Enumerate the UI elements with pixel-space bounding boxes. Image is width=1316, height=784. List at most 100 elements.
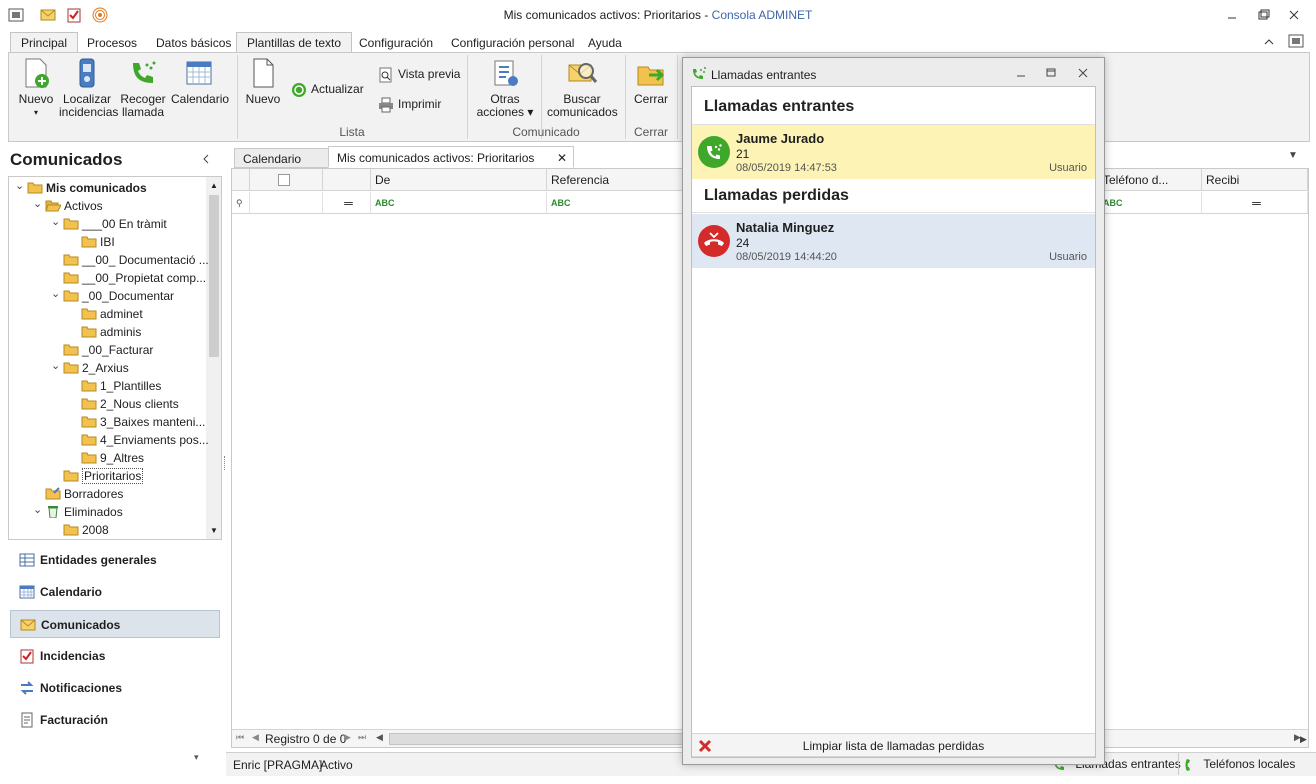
tree-item[interactable]: _00_Documentar: [63, 287, 174, 305]
tree-expand-icon[interactable]: ⌄: [51, 217, 60, 228]
tab-ayuda[interactable]: Ayuda: [577, 32, 633, 53]
tab-plantillas[interactable]: Plantillas de texto: [236, 32, 353, 53]
close-icon[interactable]: [1284, 6, 1304, 24]
tab-principal[interactable]: Principal: [10, 32, 79, 53]
column-recibi[interactable]: Recibi: [1202, 169, 1308, 191]
cerrar-button[interactable]: Cerrar: [631, 57, 671, 106]
tree-expand-icon[interactable]: ⌄: [33, 199, 42, 210]
nav-button[interactable]: Incidencias: [10, 642, 220, 670]
filter-telefono[interactable]: ABC: [1098, 192, 1202, 214]
grid-priority-header[interactable]: [323, 169, 371, 191]
tree-item[interactable]: adminis: [81, 323, 141, 341]
tree-item[interactable]: __00_ Documentació ...: [63, 251, 209, 269]
filter-referencia[interactable]: ABC: [547, 192, 683, 214]
minimize-icon[interactable]: [1222, 6, 1242, 24]
popup-minimize-icon[interactable]: [1013, 66, 1029, 80]
tree-item-label: _00_Documentar: [82, 289, 175, 303]
tree-expand-icon[interactable]: ⌄: [51, 361, 60, 372]
tab-close-icon[interactable]: ✕: [557, 147, 567, 169]
nuevo-plantilla-button[interactable]: Nuevo: [245, 57, 281, 106]
popup-content: Llamadas entrantes Jaume Jurado 21 08/05…: [691, 86, 1096, 758]
collapse-ribbon-icon[interactable]: [1262, 35, 1276, 49]
phone-icon: [133, 61, 156, 83]
tree-item-label: 3_Baixes manteni...: [100, 415, 206, 429]
tree-item[interactable]: 2_Arxius: [63, 359, 129, 377]
tree-item[interactable]: __00_Propietat comp...: [63, 269, 206, 287]
filter-select[interactable]: [250, 192, 323, 214]
tab-calendario[interactable]: Calendario: [234, 148, 329, 168]
tree-item-label: __00_ Documentació ...: [82, 253, 209, 267]
filter-de[interactable]: ABC: [371, 192, 547, 214]
actualizar-button[interactable]: Actualizar: [291, 79, 364, 99]
restore-icon[interactable]: [1253, 6, 1273, 24]
hscroll-left-icon[interactable]: ◀: [376, 732, 383, 743]
tree-item[interactable]: Eliminados: [45, 503, 123, 521]
buscar-comunicados-button[interactable]: Buscar comunicados: [547, 57, 618, 119]
nav-button[interactable]: Entidades generales: [10, 546, 220, 574]
tab-configuracion[interactable]: Configuración: [348, 32, 444, 53]
otras-acciones-button[interactable]: Otras acciones ▾: [473, 57, 537, 119]
tree-item[interactable]: 4_Enviaments pos...: [81, 431, 209, 449]
tree-item[interactable]: IBI: [81, 233, 115, 251]
pager-first-icon[interactable]: ⏮: [236, 732, 244, 743]
pager-next-icon[interactable]: ▶: [344, 732, 351, 743]
incoming-call-row[interactable]: Jaume Jurado 21 08/05/2019 14:47:53 Usua…: [692, 125, 1095, 179]
popup-maximize-icon[interactable]: [1043, 66, 1059, 80]
splitter-grip[interactable]: [224, 456, 227, 470]
filter-equals-icon[interactable]: ═: [323, 192, 371, 214]
scroll-down-icon[interactable]: ▼: [210, 526, 218, 535]
scroll-right-icon[interactable]: ▶: [1300, 734, 1307, 745]
tree-item[interactable]: adminet: [81, 305, 143, 323]
tab-procesos[interactable]: Procesos: [76, 32, 148, 53]
tree-item-label: adminis: [100, 325, 142, 339]
tree-item[interactable]: _00_Facturar: [63, 341, 153, 359]
tree-item[interactable]: ___00 En tràmit: [63, 215, 167, 233]
folder-icon: [63, 524, 79, 536]
tree-item[interactable]: 2008: [63, 521, 109, 539]
column-referencia[interactable]: Referencia: [547, 169, 683, 191]
tree-expand-icon[interactable]: ⌄: [51, 289, 60, 300]
imprimir-button[interactable]: Imprimir: [378, 94, 441, 114]
tree-scrollbar[interactable]: ▲ ▼: [206, 177, 221, 539]
nav-more-icon[interactable]: ▾: [194, 752, 199, 763]
tree-expand-icon[interactable]: ⌄: [15, 181, 24, 192]
filter-recibi-equals-icon[interactable]: ═: [1202, 192, 1308, 214]
column-de[interactable]: De: [371, 169, 547, 191]
vista-previa-button[interactable]: Vista previa: [378, 64, 460, 84]
pager-prev-icon[interactable]: ◀: [252, 732, 259, 743]
tab-list-dropdown-icon[interactable]: ▼: [1288, 150, 1298, 161]
collapse-panel-icon[interactable]: [200, 153, 212, 165]
select-all-checkbox[interactable]: [278, 174, 290, 186]
tab-datos-basicos[interactable]: Datos básicos: [145, 32, 242, 53]
recoger-llamada-button[interactable]: Recoger llamada: [119, 57, 167, 119]
grid-select-all-header[interactable]: [250, 169, 323, 191]
nav-button-label: Incidencias: [40, 649, 106, 663]
status-telefonos-button[interactable]: Teléfonos locales: [1184, 757, 1295, 772]
tree-item[interactable]: Borradores: [45, 485, 123, 503]
app-icon-small[interactable]: [1288, 33, 1304, 49]
nuevo-button[interactable]: Nuevo ▾: [13, 57, 59, 119]
tab-mis-comunicados[interactable]: Mis comunicados activos: Prioritarios ✕: [328, 146, 574, 168]
tree-item[interactable]: 9_Altres: [81, 449, 144, 467]
nav-button[interactable]: Facturación: [10, 706, 220, 734]
nav-button[interactable]: Notificaciones: [10, 674, 220, 702]
nav-button[interactable]: Calendario: [10, 578, 220, 606]
pager-last-icon[interactable]: ⏭: [358, 732, 366, 743]
tab-configuracion-personal[interactable]: Configuración personal: [440, 32, 585, 53]
tree-item[interactable]: 2_Nous clients: [81, 395, 179, 413]
calendario-button[interactable]: Calendario: [171, 57, 229, 106]
clear-missed-button[interactable]: Limpiar lista de llamadas perdidas: [692, 733, 1095, 757]
column-telefono[interactable]: Teléfono d...: [1098, 169, 1202, 191]
tree-item[interactable]: Activos: [45, 197, 103, 215]
tree-item[interactable]: 1_Plantilles: [81, 377, 161, 395]
tree-item[interactable]: 3_Baixes manteni...: [81, 413, 205, 431]
scroll-up-icon[interactable]: ▲: [210, 181, 218, 190]
nav-button[interactable]: Comunicados: [10, 610, 220, 638]
scroll-thumb[interactable]: [209, 195, 219, 357]
popup-close-icon[interactable]: [1075, 66, 1091, 80]
tree-item[interactable]: Prioritarios: [63, 467, 144, 485]
tree-expand-icon[interactable]: ⌄: [33, 505, 42, 516]
tree-item[interactable]: Mis comunicados: [27, 179, 147, 197]
localizar-incidencias-button[interactable]: Localizar incidencias: [59, 57, 118, 119]
missed-call-row[interactable]: Natalia Minguez 24 08/05/2019 14:44:20 U…: [692, 214, 1095, 268]
